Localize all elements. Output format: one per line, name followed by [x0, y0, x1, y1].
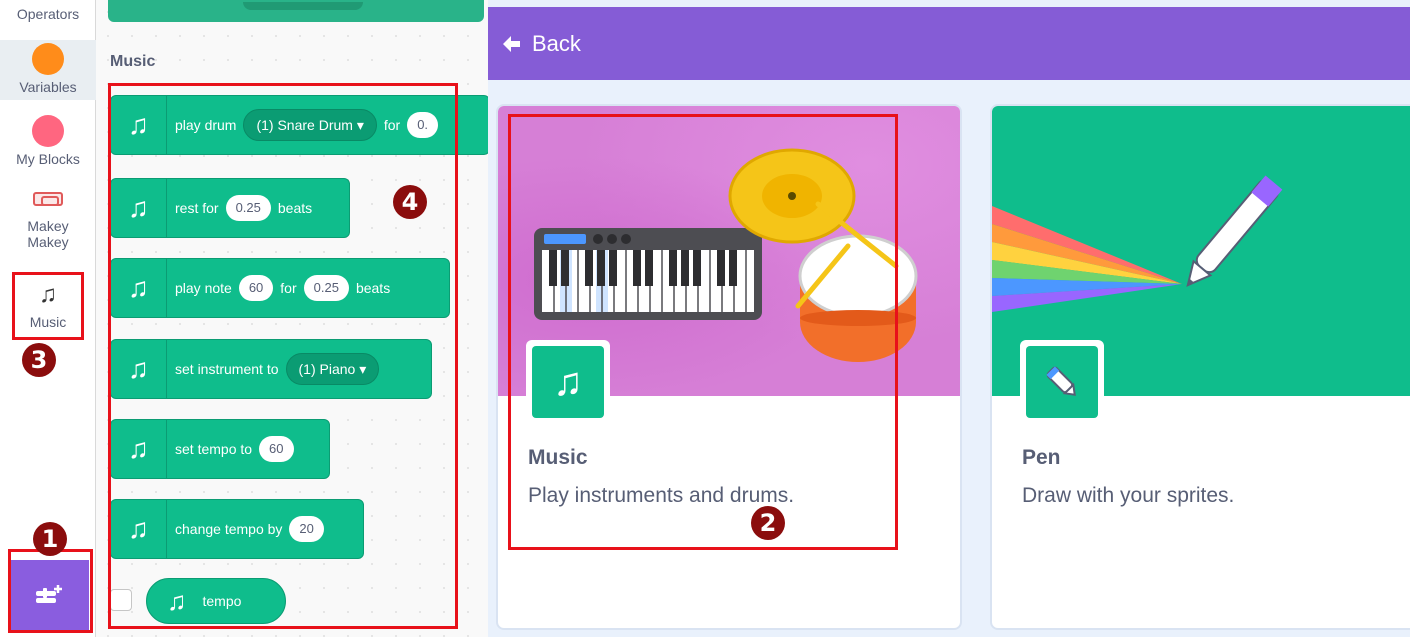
play-drum-block[interactable]: ♫ play drum (1) Snare Drum ▾ for 0.: [110, 95, 488, 155]
library-header: Back: [488, 7, 1410, 80]
music-notes-icon: ♫: [111, 259, 167, 317]
pen-icon: [1026, 346, 1098, 418]
block-palette: Music ♫ play drum (1) Snare Drum ▾ for 0…: [96, 0, 488, 637]
palette-section-heading: Music: [110, 53, 156, 70]
note-beats-suffix: beats: [355, 280, 391, 296]
pen-card-description: Draw with your sprites.: [1022, 484, 1235, 507]
drum-dropdown-value: (1) Snare Drum: [256, 117, 353, 133]
set-tempo-label: set tempo to: [175, 441, 253, 457]
category-variables-label: Variables: [19, 79, 77, 95]
set-tempo-block[interactable]: ♫ set tempo to 60: [110, 419, 330, 479]
category-makey-makey[interactable]: Makey Makey: [0, 192, 96, 250]
step-2-badge: 2: [751, 506, 785, 540]
change-tempo-label: change tempo by: [175, 521, 283, 537]
category-operators[interactable]: Operators: [0, 6, 96, 22]
category-my-blocks-label: My Blocks: [16, 151, 80, 167]
play-drum-label: play drum: [175, 117, 237, 133]
category-music-label: Music: [29, 314, 67, 330]
pen-card-title: Pen: [1022, 446, 1061, 469]
category-music[interactable]: ♫ Music: [0, 281, 96, 331]
rest-beats-input[interactable]: 0.25: [225, 195, 271, 221]
play-note-block[interactable]: ♫ play note 60 for 0.25 beats: [110, 258, 450, 318]
previous-block-input: [243, 2, 363, 10]
drum-beats-input[interactable]: 0.: [407, 112, 439, 138]
instrument-dropdown[interactable]: (1) Piano ▾: [285, 353, 380, 385]
music-card-icon-frame: ♫: [526, 340, 610, 424]
pen-extension-card[interactable]: Pen Draw with your sprites.: [990, 104, 1410, 630]
category-makey-label-line1: Makey: [27, 218, 69, 234]
makey-makey-icon: [33, 192, 63, 206]
music-notes-icon: ♫: [39, 281, 57, 308]
rest-for-label: rest for: [175, 200, 219, 216]
back-label: Back: [532, 30, 581, 56]
tempo-input[interactable]: 60: [259, 436, 294, 462]
step-3-badge: 3: [22, 343, 56, 377]
category-variables[interactable]: Variables: [0, 40, 96, 100]
add-extension-icon: [36, 585, 62, 603]
rest-for-block[interactable]: ♫ rest for 0.25 beats: [110, 178, 350, 238]
note-input[interactable]: 60: [238, 275, 274, 301]
music-extension-card[interactable]: ♫ Music Play instruments and drums.: [496, 104, 962, 630]
my-blocks-color-dot: [32, 115, 64, 147]
tempo-change-input[interactable]: 20: [289, 516, 324, 542]
category-makey-label-line2: Makey: [27, 234, 69, 250]
pen-card-icon-frame: [1020, 340, 1104, 424]
drum-dropdown[interactable]: (1) Snare Drum ▾: [243, 109, 377, 141]
music-notes-icon: ♫: [111, 420, 167, 478]
note-beats-input[interactable]: 0.25: [303, 275, 349, 301]
add-extension-button[interactable]: [9, 560, 89, 630]
category-operators-label: Operators: [16, 6, 80, 22]
music-notes-icon: ♫: [167, 585, 187, 616]
play-note-for-label: for: [280, 280, 297, 296]
play-note-label: play note: [175, 280, 232, 296]
tempo-reporter-label: tempo: [202, 593, 242, 609]
tempo-reporter-block[interactable]: ♫ tempo: [146, 578, 286, 624]
music-card-title: Music: [528, 446, 588, 469]
music-card-description: Play instruments and drums.: [528, 484, 795, 507]
category-my-blocks[interactable]: My Blocks: [0, 115, 96, 167]
music-notes-icon: ♫: [532, 346, 604, 418]
rest-beats-suffix: beats: [277, 200, 313, 216]
music-notes-icon: ♫: [111, 340, 167, 398]
step-1-badge: 1: [33, 522, 67, 556]
step-4-badge: 4: [393, 185, 427, 219]
play-drum-for-label: for: [383, 117, 401, 133]
pen-glyph-icon: [1046, 366, 1076, 396]
change-tempo-block[interactable]: ♫ change tempo by 20: [110, 499, 364, 559]
variables-color-dot: [32, 43, 64, 75]
scratch-editor: Operators Variables My Blocks Makey Make…: [0, 0, 1410, 637]
back-arrow-icon: [503, 35, 520, 52]
music-notes-icon: ♫: [111, 500, 167, 558]
tempo-monitor-checkbox[interactable]: [110, 589, 132, 611]
instrument-dropdown-value: (1) Piano: [298, 361, 356, 377]
back-button[interactable]: Back: [488, 31, 581, 57]
music-notes-icon: ♫: [111, 96, 167, 154]
set-instrument-block[interactable]: ♫ set instrument to (1) Piano ▾: [110, 339, 432, 399]
set-instrument-label: set instrument to: [175, 361, 279, 377]
extension-library: Back ♫ Music Play instruments and drums.…: [488, 0, 1410, 637]
previous-block-edge: [108, 0, 484, 22]
music-notes-icon: ♫: [111, 179, 167, 237]
